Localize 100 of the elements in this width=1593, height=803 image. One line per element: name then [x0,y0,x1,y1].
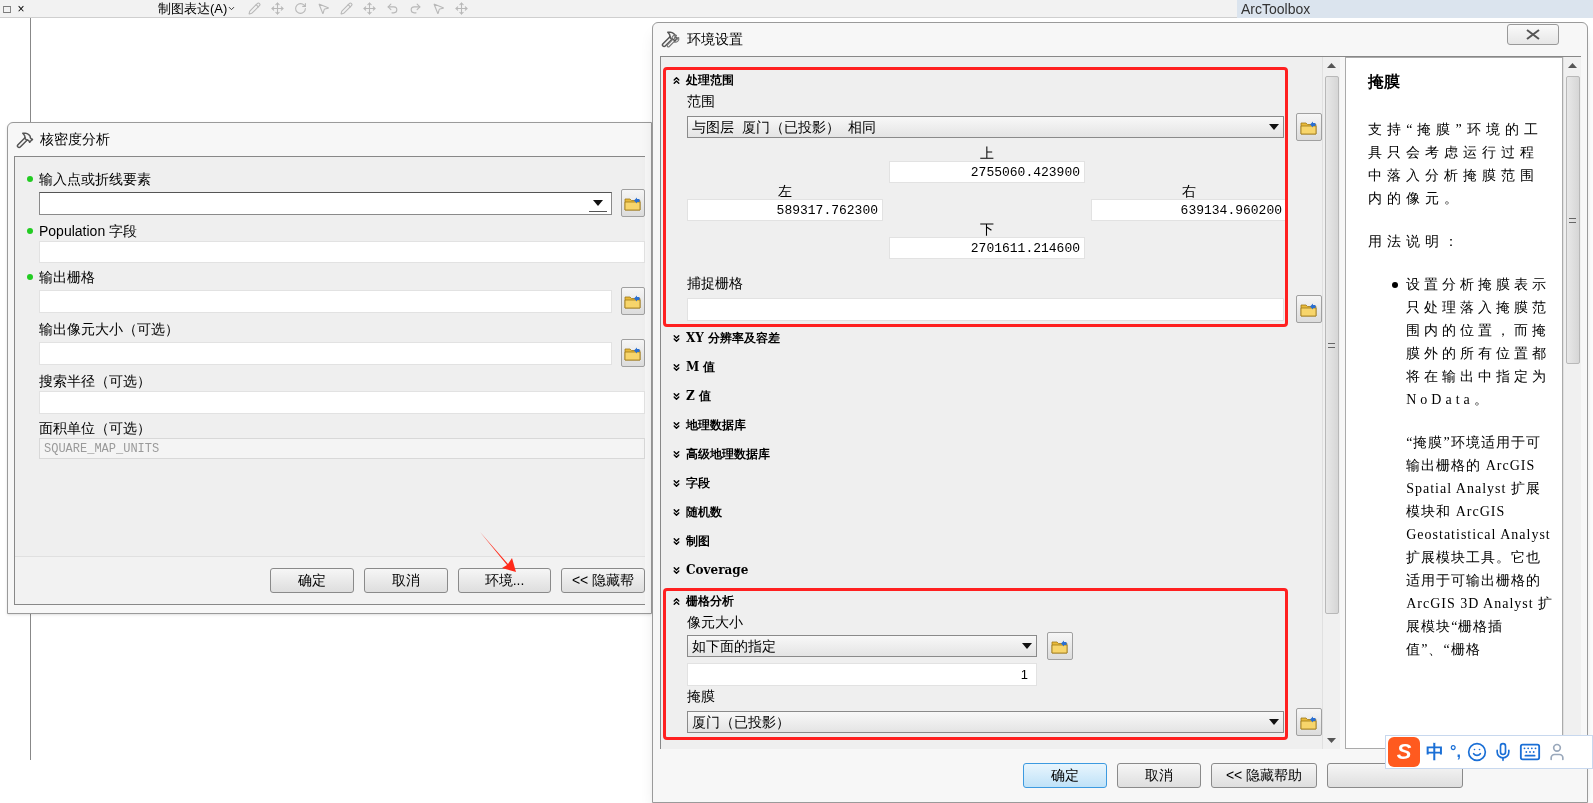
input-field[interactable] [39,289,612,313]
emoji-icon[interactable] [1466,742,1487,762]
scroll-thumb[interactable] [1565,76,1580,364]
folder-button[interactable] [1296,295,1323,323]
section-header[interactable]: 地理数据库 [671,414,1323,436]
section-header[interactable]: 高级地理数据库 [671,443,1323,465]
window-title: 核密度分析 [40,130,110,149]
dropdown-arrow-icon [1022,643,1032,649]
help-paragraph: “掩膜”环境适用于可输出栅格的 ArcGIS Spatial Analyst 扩展模块和 ArcGIS Geostatistical Analyst 扩展模块工具。它也适用于可输出栅格的 ArcGIS 3D Analyst 扩展模块“栅格插值”、“栅格 [1405,434,1554,659]
field-label: 捕捉栅格 [687,274,744,293]
expand-icon [671,477,682,489]
close-icon [1526,29,1540,40]
folder-button[interactable] [621,287,645,315]
input-field[interactable] [687,297,1285,321]
dialog-button[interactable]: 确定 [270,568,354,593]
scroll-up-icon [1568,63,1577,68]
folder-icon [624,293,642,309]
section-header[interactable]: 栅格分析 [671,590,1323,612]
scrollbar[interactable] [1322,57,1341,749]
combo-field[interactable]: 厦门（已投影） [687,711,1285,733]
field-label: 掩膜 [687,687,716,706]
dialog-button[interactable]: 环境... [458,568,551,593]
section-header[interactable]: Z 值 [671,385,1323,407]
dialog-button[interactable]: 取消 [364,568,448,593]
dialog-button[interactable]: << 隐藏帮助 [1211,763,1317,788]
folder-icon [1300,301,1319,317]
help-title: 掩膜 [1368,71,1402,93]
dialog-button[interactable]: << 隐藏帮 [561,568,645,593]
extent-field[interactable]: 589317.762300 [687,199,883,221]
combo-field[interactable]: 如下面的指定 [687,635,1037,657]
dialog-button[interactable]: 确定 [1023,763,1107,788]
extent-label: 下 [980,221,994,237]
hammer-icon [16,130,34,149]
section-header[interactable]: XY 分辨率及容差 [671,327,1323,349]
section-header[interactable]: 随机数 [671,501,1323,523]
expand-icon [671,332,682,344]
field-label: 输入点或折线要素 [39,169,151,189]
toolbar-icon[interactable] [294,2,308,15]
extent-field[interactable]: 2755060.423900 [889,161,1085,183]
toolbar-icon[interactable] [248,2,262,15]
scroll-thumb[interactable] [1324,76,1339,614]
expand-icon [671,506,682,518]
section-header[interactable]: 字段 [671,472,1323,494]
expand-icon [671,448,682,460]
expand-icon [671,361,682,373]
section-header[interactable]: M 值 [671,356,1323,378]
toolbar-icon[interactable] [386,2,400,15]
ime-mode[interactable]: 中 [1426,738,1444,766]
toolbar-icon[interactable] [317,2,331,15]
section-header[interactable]: 制图 [671,530,1323,552]
folder-button[interactable] [621,339,645,367]
collapse-icon [671,74,682,86]
scroll-up-icon [1327,63,1337,68]
window-control[interactable]: × [14,1,28,16]
extent-label: 右 [1182,183,1196,199]
expand-icon [671,419,682,431]
folder-button[interactable] [1296,708,1323,736]
expand-icon [671,535,682,547]
window-control[interactable]: □ [0,1,14,16]
folder-icon [1051,638,1069,654]
folder-button[interactable] [1296,113,1323,141]
extent-label: 上 [980,145,994,161]
folder-icon [1300,714,1319,730]
folder-icon [624,195,642,211]
keyboard-icon[interactable] [1518,741,1541,763]
toolbar-icon[interactable] [363,2,377,15]
toolbar-icon[interactable] [271,2,285,15]
input-field[interactable] [39,341,612,365]
ime-punctuation[interactable]: °, [1450,740,1461,764]
field-label: 搜索半径（可选） [39,371,151,391]
toolbar-icon[interactable] [340,2,354,15]
field-label: 范围 [687,92,716,111]
collapse-icon [671,595,682,607]
section-header[interactable]: 处理范围 [671,69,1323,91]
close-button[interactable] [1507,24,1559,45]
extent-field[interactable]: 639134.960200 [1091,199,1287,221]
cell-size-field[interactable]: 1 [687,663,1037,686]
help-paragraph: 用法说明： [1368,233,1465,251]
field-label: 输出栅格 [39,267,95,287]
input-field[interactable] [39,391,645,414]
toolbar-icon[interactable] [455,2,469,15]
dropdown-arrow-icon [1269,719,1280,725]
folder-button[interactable] [621,189,645,217]
toolbar-menu[interactable]: 制图表达(A) [158,0,237,17]
folder-button[interactable] [1047,632,1073,660]
dialog-button[interactable]: 取消 [1117,763,1201,788]
toolbox-title: ArcToolbox [1237,0,1593,18]
expand-icon [671,390,682,402]
help-paragraph: 支持“掩膜”环境的工具只会考虑运行过程中落入分析掩膜范围内的像元。 [1368,121,1544,208]
toolbar-icon[interactable] [432,2,446,15]
field-label: Population 字段 [39,221,138,241]
combo-field[interactable]: 与图层 厦门（已投影） 相同 [687,116,1285,138]
toolbar-icon[interactable] [409,2,423,15]
section-header[interactable]: Coverage [671,559,1323,581]
bullet-icon [1392,282,1399,288]
folder-icon [624,345,642,361]
extent-field[interactable]: 2701611.214600 [889,237,1085,259]
combo-field[interactable] [39,191,612,215]
extent-label: 左 [778,183,792,199]
folder-icon [1300,119,1319,135]
